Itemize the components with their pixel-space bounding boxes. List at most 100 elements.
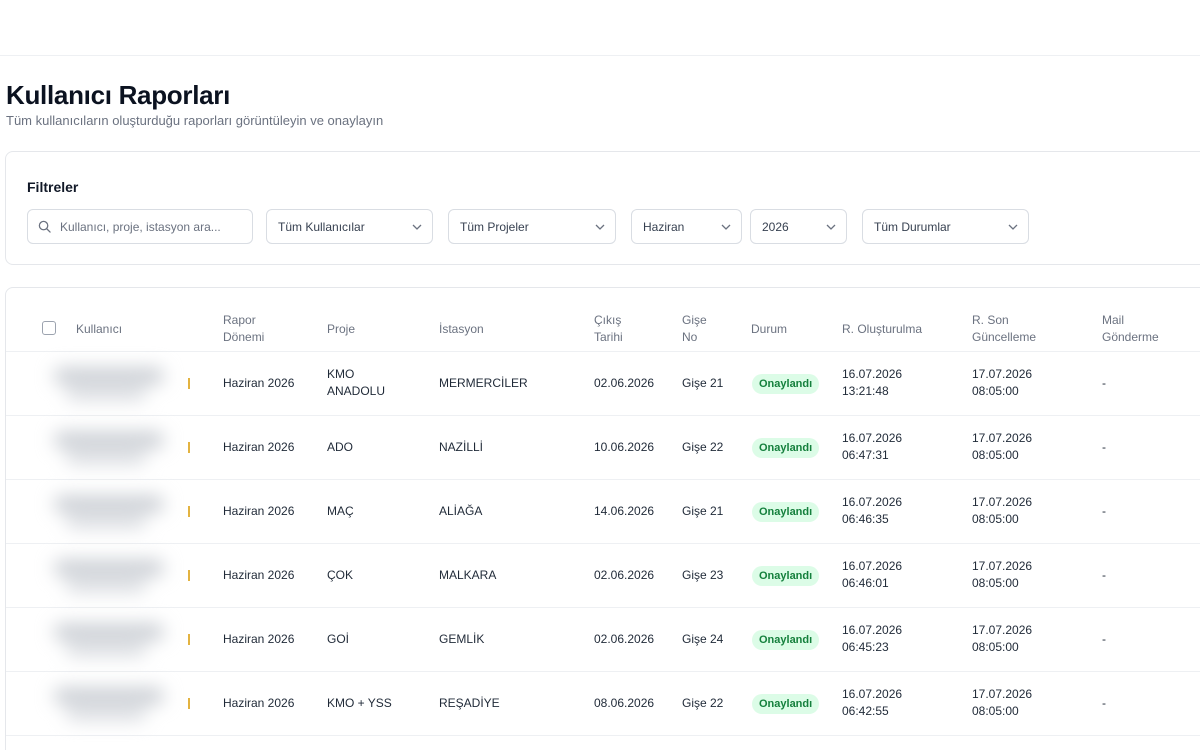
filters-title: Filtreler bbox=[27, 179, 79, 195]
column-header-updated-line1: R. Son bbox=[972, 313, 1009, 327]
cell-created-date: 16.07.2026 bbox=[842, 687, 903, 701]
chevron-down-icon bbox=[585, 224, 615, 230]
cell-period: Haziran 2026 bbox=[223, 632, 295, 646]
cell-updated-time: 08:05:00 bbox=[972, 384, 1019, 398]
cell-updated-date: 17.07.2026 bbox=[972, 367, 1033, 381]
column-header-user[interactable]: Kullanıcı bbox=[76, 321, 122, 338]
cell-gate: Gişe 23 bbox=[682, 568, 724, 582]
cell-gate: Gişe 24 bbox=[682, 632, 724, 646]
cell-created: 16.07.2026 06:45:23 bbox=[842, 622, 902, 656]
user-avatar-blurred bbox=[36, 486, 186, 538]
cell-updated-date: 17.07.2026 bbox=[972, 495, 1033, 509]
cell-created-time: 06:47:31 bbox=[842, 448, 889, 462]
user-marker bbox=[188, 506, 190, 517]
cell-updated-time: 08:05:00 bbox=[972, 576, 1019, 590]
search-input[interactable]: Kullanıcı, proje, istasyon ara... bbox=[27, 209, 253, 244]
cell-created-date: 16.07.2026 bbox=[842, 367, 903, 381]
cell-created: 16.07.2026 06:46:01 bbox=[842, 558, 902, 592]
cell-created-time: 06:45:23 bbox=[842, 640, 889, 654]
cell-updated: 17.07.2026 08:05:00 bbox=[972, 430, 1032, 464]
cell-project-line1: KMO bbox=[327, 367, 355, 381]
status-badge: Onaylandı bbox=[752, 438, 820, 458]
cell-project: GOİ bbox=[327, 632, 350, 646]
cell-created-date: 16.07.2026 bbox=[842, 495, 903, 509]
cell-updated-time: 08:05:00 bbox=[972, 704, 1019, 718]
cell-created: 16.07.2026 06:46:35 bbox=[842, 494, 902, 528]
column-header-mail-line1: Mail bbox=[1102, 313, 1125, 327]
filters-panel: Filtreler Kullanıcı, proje, istasyon ara… bbox=[5, 151, 1200, 265]
column-header-gate[interactable]: Gişe No bbox=[682, 312, 707, 346]
cell-updated-date: 17.07.2026 bbox=[972, 559, 1033, 573]
column-header-period-line2: Dönemi bbox=[223, 330, 265, 344]
cell-updated: 17.07.2026 08:05:00 bbox=[972, 622, 1032, 656]
table-row[interactable]: Haziran 2026 KMO + YSS REŞADİYE 08.06.2026 G… bbox=[6, 672, 1200, 736]
column-header-updated[interactable]: R. Son Güncelleme bbox=[972, 312, 1036, 346]
year-filter-select[interactable]: 2026 bbox=[750, 209, 847, 244]
cell-period: Haziran 2026 bbox=[223, 376, 295, 390]
search-placeholder: Kullanıcı, proje, istasyon ara... bbox=[60, 219, 221, 234]
chevron-down-icon bbox=[998, 224, 1028, 230]
column-header-project[interactable]: Proje bbox=[327, 321, 355, 338]
status-badge: Onaylandı bbox=[752, 630, 820, 650]
cell-gate: Gişe 21 bbox=[682, 376, 724, 390]
cell-created-time: 06:46:35 bbox=[842, 512, 889, 526]
status-badge: Onaylandı bbox=[752, 566, 820, 586]
top-bar bbox=[0, 0, 1200, 56]
table-row[interactable]: Haziran 2026 ÇOK MALKARA 02.06.2026 Gişe 23 O… bbox=[6, 544, 1200, 608]
column-header-status[interactable]: Durum bbox=[751, 321, 787, 338]
search-icon bbox=[38, 220, 60, 233]
column-header-updated-line2: Güncelleme bbox=[972, 330, 1037, 344]
column-header-exit-line1: Çıkış bbox=[594, 313, 622, 327]
user-filter-select[interactable]: Tüm Kullanıcılar bbox=[266, 209, 433, 244]
user-marker bbox=[188, 698, 190, 709]
cell-mail: - bbox=[1102, 568, 1106, 582]
status-filter-value: Tüm Durumlar bbox=[874, 219, 951, 234]
cell-created-date: 16.07.2026 bbox=[842, 559, 903, 573]
cell-station: ALİAĞA bbox=[439, 504, 483, 518]
cell-updated-date: 17.07.2026 bbox=[972, 431, 1033, 445]
cell-updated-time: 08:05:00 bbox=[972, 512, 1019, 526]
cell-project-line2: ANADOLU bbox=[327, 384, 386, 398]
status-filter-select[interactable]: Tüm Durumlar bbox=[862, 209, 1029, 244]
table-row[interactable]: Haziran 2026 KMO ANADOLU MERMERCİLER 02.06.2… bbox=[6, 352, 1200, 416]
cell-exit-date: 02.06.2026 bbox=[594, 632, 655, 646]
status-badge: Onaylandı bbox=[752, 694, 820, 714]
table-row[interactable]: Haziran 2026 GOİ GEMLİK 02.06.2026 Gişe 24 On… bbox=[6, 608, 1200, 672]
user-marker bbox=[188, 378, 190, 389]
column-header-gate-line1: Gişe bbox=[682, 313, 707, 327]
month-filter-value: Haziran bbox=[643, 219, 685, 234]
month-filter-select[interactable]: Haziran bbox=[631, 209, 742, 244]
cell-project: ADO bbox=[327, 440, 354, 454]
cell-project: KMO ANADOLU bbox=[327, 366, 385, 400]
column-header-exit-date[interactable]: Çıkış Tarihi bbox=[594, 312, 623, 346]
user-avatar-blurred bbox=[36, 678, 186, 730]
table-row[interactable]: Haziran 2026 ADO NAZİLLİ 10.06.2026 Gişe 22 O… bbox=[6, 416, 1200, 480]
user-marker bbox=[188, 570, 190, 581]
column-header-created[interactable]: R. Oluşturulma bbox=[842, 321, 922, 338]
cell-updated: 17.07.2026 08:05:00 bbox=[972, 686, 1032, 720]
cell-station: NAZİLLİ bbox=[439, 440, 484, 454]
cell-exit-date: 08.06.2026 bbox=[594, 696, 655, 710]
select-all-checkbox[interactable] bbox=[42, 321, 56, 335]
column-header-period[interactable]: Rapor Dönemi bbox=[223, 312, 264, 346]
user-avatar-blurred bbox=[36, 422, 186, 474]
cell-created: 16.07.2026 06:47:31 bbox=[842, 430, 902, 464]
user-marker bbox=[188, 442, 190, 453]
cell-updated-time: 08:05:00 bbox=[972, 448, 1019, 462]
cell-exit-date: 02.06.2026 bbox=[594, 376, 655, 390]
cell-updated: 17.07.2026 08:05:00 bbox=[972, 366, 1032, 400]
cell-created-time: 06:42:55 bbox=[842, 704, 889, 718]
reports-table: Kullanıcı Rapor Dönemi Proje İstasyon Çı… bbox=[5, 287, 1200, 750]
cell-mail: - bbox=[1102, 632, 1106, 646]
cell-mail: - bbox=[1102, 440, 1106, 454]
table-row[interactable]: Haziran 2026 MAÇ ALİAĞA 14.06.2026 Gişe 21 On… bbox=[6, 480, 1200, 544]
project-filter-value: Tüm Projeler bbox=[460, 219, 529, 234]
cell-period: Haziran 2026 bbox=[223, 568, 295, 582]
project-filter-select[interactable]: Tüm Projeler bbox=[448, 209, 616, 244]
column-header-station[interactable]: İstasyon bbox=[439, 321, 484, 338]
cell-updated: 17.07.2026 08:05:00 bbox=[972, 494, 1032, 528]
cell-exit-date: 14.06.2026 bbox=[594, 504, 655, 518]
chevron-down-icon bbox=[402, 224, 432, 230]
column-header-mail[interactable]: Mail Gönderme bbox=[1102, 312, 1159, 346]
cell-mail: - bbox=[1102, 696, 1106, 710]
